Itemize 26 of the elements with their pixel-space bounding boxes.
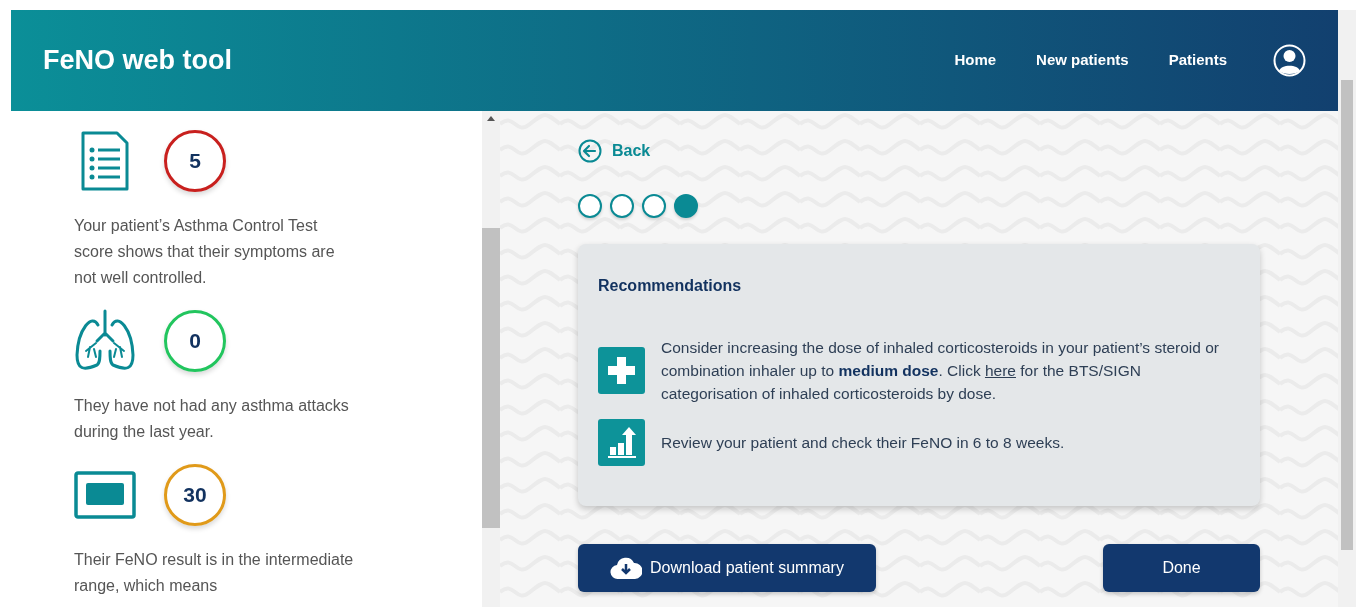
summary-text: Your patient’s Asthma Control Test score shows that their symptoms are not well controlled. — [74, 216, 336, 288]
score-badge: 5 — [164, 130, 226, 192]
cloud-download-icon — [610, 556, 643, 580]
nav-link[interactable]: New patients — [1036, 49, 1129, 72]
recommendation-text: Consider increasing the dose of inhaled corticosteroids in your patient’s steroid or combination inhaler up to medium dose. Click here for the BTS/SIGN categorisation of inhaled corticosteroids by dose. — [661, 338, 1221, 404]
summary-text: Their FeNO result is in the intermediate range, which means — [74, 550, 355, 596]
summary-text: They have not had any asthma attacks during the last year. — [74, 396, 350, 442]
score-badge: 30 — [164, 464, 226, 526]
download-button[interactable]: Download patient summary — [578, 544, 876, 592]
lungs-icon — [74, 309, 136, 373]
nav-link[interactable]: Home — [954, 49, 997, 72]
document-icon — [80, 130, 130, 192]
scrollbar[interactable] — [1338, 10, 1356, 607]
scrollbar[interactable] — [482, 111, 500, 607]
monitor-icon — [74, 471, 136, 519]
app-title: FeNO web tool — [43, 44, 232, 78]
done-button[interactable]: Done — [1103, 544, 1260, 592]
here-link[interactable]: here — [984, 362, 1016, 379]
card-title: Recommendations — [598, 276, 743, 296]
plus-icon — [598, 347, 645, 394]
growth-chart-icon — [598, 419, 645, 466]
nav-link[interactable]: Patients — [1168, 49, 1227, 72]
recommendation-text: Review your patient and check their FeNO in 6 to 8 weeks. — [661, 433, 1065, 453]
user-icon[interactable] — [1273, 44, 1306, 77]
score-badge: 0 — [164, 310, 226, 372]
back-link[interactable]: Back — [578, 139, 651, 163]
